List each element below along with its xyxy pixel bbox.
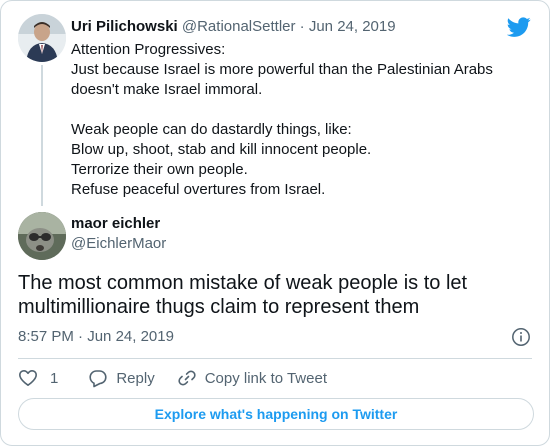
like-count: 1 <box>50 369 59 387</box>
tweet-actions: 1 Reply Copy link to Tweet <box>18 367 349 389</box>
reply-button[interactable]: Reply <box>88 368 155 388</box>
parent-author-avatar[interactable] <box>18 14 66 62</box>
tweet-time: 8:57 PM <box>18 328 74 345</box>
header-separator: · <box>299 18 305 35</box>
link-icon <box>178 370 196 386</box>
divider <box>18 358 532 359</box>
thread-connector <box>41 65 43 206</box>
timestamp-separator: · <box>78 328 84 345</box>
like-button[interactable]: 1 <box>18 368 58 388</box>
parent-line: Refuse peaceful overtures from Israel. <box>71 181 326 198</box>
author-handle[interactable]: @EichlerMaor <box>71 234 166 254</box>
tweet-date: Jun 24, 2019 <box>87 328 174 345</box>
tweet-embed-card: Uri Pilichowski @RationalSettler · Jun 2… <box>0 0 550 446</box>
heart-icon <box>19 370 37 386</box>
parent-tweet-text: Attention Progressives: Just because Isr… <box>71 40 511 200</box>
parent-line: doesn't make Israel immoral. <box>71 81 263 98</box>
author-name[interactable]: maor eichler <box>71 214 160 234</box>
parent-line: Terrorize their own people. <box>71 161 248 178</box>
parent-tweet-date[interactable]: Jun 24, 2019 <box>309 18 396 35</box>
parent-tweet-header: Uri Pilichowski @RationalSettler · Jun 2… <box>71 17 396 37</box>
tweet-timestamp[interactable]: 8:57 PM · Jun 24, 2019 <box>18 327 174 347</box>
parent-line: Just because Israel is more powerful tha… <box>71 61 493 78</box>
parent-line: Blow up, shoot, stab and kill innocent p… <box>71 141 372 158</box>
info-icon[interactable] <box>511 327 531 347</box>
twitter-bird-icon[interactable] <box>506 15 531 39</box>
reply-label: Reply <box>116 369 155 387</box>
explore-twitter-button[interactable]: Explore what's happening on Twitter <box>18 398 534 430</box>
tweet-text: The most common mistake of weak people i… <box>18 272 468 318</box>
copy-link-button[interactable]: Copy link to Tweet <box>177 368 327 388</box>
explore-label: Explore what's happening on Twitter <box>154 406 398 422</box>
parent-author-handle[interactable]: @RationalSettler <box>182 18 296 35</box>
parent-line: Attention Progressives: <box>71 41 226 58</box>
parent-line: Weak people can do dastardly things, lik… <box>71 121 352 138</box>
reply-icon <box>89 370 107 388</box>
parent-line <box>71 100 511 120</box>
author-avatar[interactable] <box>18 212 66 260</box>
parent-author-name[interactable]: Uri Pilichowski <box>71 18 178 35</box>
copy-link-label: Copy link to Tweet <box>204 369 327 387</box>
